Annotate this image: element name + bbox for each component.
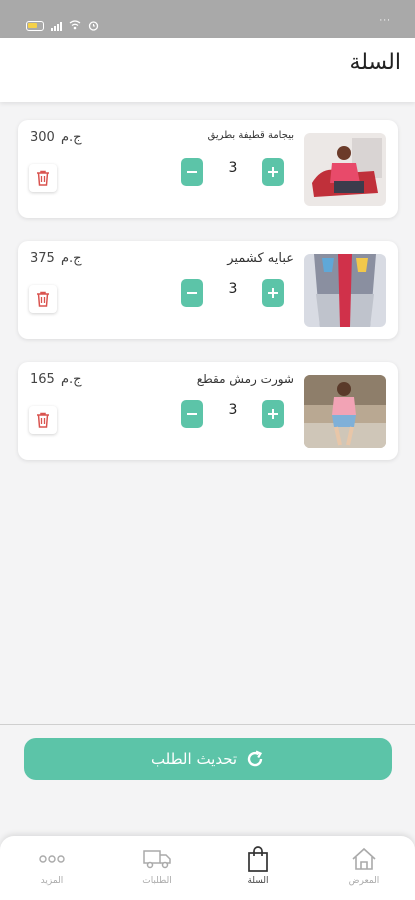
- nav-label: المعرض: [348, 876, 380, 886]
- status-right-text: ···: [379, 16, 391, 26]
- currency-label: ج.م: [60, 130, 82, 145]
- nav-item-cart[interactable]: السلة: [223, 844, 293, 886]
- signal-icon: [51, 21, 62, 31]
- more-dots-icon: [17, 844, 87, 874]
- app-header: السلة: [0, 38, 415, 102]
- nav-item-gallery[interactable]: المعرض: [329, 844, 399, 886]
- quantity-value: 3: [228, 281, 238, 297]
- battery-icon: [26, 20, 44, 31]
- item-name: عبايه كشمير: [227, 251, 294, 266]
- quantity-decrease-button[interactable]: [181, 158, 203, 186]
- plus-icon: [268, 167, 278, 177]
- product-pajama-image[interactable]: [304, 133, 386, 206]
- quantity-value: 3: [228, 402, 238, 418]
- minus-icon: [187, 292, 197, 294]
- refresh-icon: [247, 750, 263, 767]
- quantity-value: 3: [228, 160, 238, 176]
- update-order-label: تحديث الطلب: [150, 750, 238, 768]
- cart-list: بيجامة قطيفة بطريق 300 ج.م 3 عبايه كشمير…: [18, 120, 398, 483]
- trash-icon: [37, 412, 49, 428]
- cart-item: عبايه كشمير 375 ج.م 3: [18, 241, 398, 339]
- item-price: 165 ج.م: [30, 372, 82, 387]
- item-name: شورت رمش مقطع: [196, 372, 294, 386]
- price-value: 165: [30, 372, 55, 387]
- status-bar: ···: [0, 0, 415, 38]
- trash-icon: [37, 170, 49, 186]
- truck-icon: [122, 844, 192, 874]
- cart-item: شورت رمش مقطع 165 ج.م 3: [18, 362, 398, 460]
- alarm-icon: [88, 16, 99, 35]
- quantity-increase-button[interactable]: [262, 158, 284, 186]
- delete-item-button[interactable]: [29, 164, 57, 192]
- home-icon: [329, 844, 399, 874]
- currency-label: ج.م: [60, 372, 82, 387]
- nav-item-more[interactable]: المزيد: [17, 844, 87, 886]
- minus-icon: [187, 171, 197, 173]
- product-shorts-image[interactable]: [304, 375, 386, 448]
- quantity-increase-button[interactable]: [262, 279, 284, 307]
- nav-label: المزيد: [40, 876, 64, 886]
- wifi-icon: [69, 19, 81, 32]
- shopping-bag-icon: [223, 844, 293, 874]
- item-name: بيجامة قطيفة بطريق: [207, 130, 294, 141]
- delete-item-button[interactable]: [29, 285, 57, 313]
- nav-item-orders[interactable]: الطلبات: [122, 844, 192, 886]
- product-abaya-image[interactable]: [304, 254, 386, 327]
- quantity-decrease-button[interactable]: [181, 400, 203, 428]
- item-price: 300 ج.م: [30, 130, 82, 145]
- item-price: 375 ج.م: [30, 251, 82, 266]
- nav-label: السلة: [247, 876, 269, 886]
- update-order-button[interactable]: تحديث الطلب: [24, 738, 392, 780]
- page-title: السلة: [349, 50, 401, 75]
- quantity-increase-button[interactable]: [262, 400, 284, 428]
- currency-label: ج.م: [60, 251, 82, 266]
- divider: [0, 724, 415, 725]
- cart-item: بيجامة قطيفة بطريق 300 ج.م 3: [18, 120, 398, 218]
- plus-icon: [268, 409, 278, 419]
- status-icons: [26, 16, 99, 35]
- quantity-decrease-button[interactable]: [181, 279, 203, 307]
- minus-icon: [187, 413, 197, 415]
- bottom-nav: المعرض السلة الطلبات المزيد: [0, 836, 415, 900]
- price-value: 375: [30, 251, 55, 266]
- price-value: 300: [30, 130, 55, 145]
- delete-item-button[interactable]: [29, 406, 57, 434]
- trash-icon: [37, 291, 49, 307]
- nav-label: الطلبات: [142, 876, 172, 886]
- plus-icon: [268, 288, 278, 298]
